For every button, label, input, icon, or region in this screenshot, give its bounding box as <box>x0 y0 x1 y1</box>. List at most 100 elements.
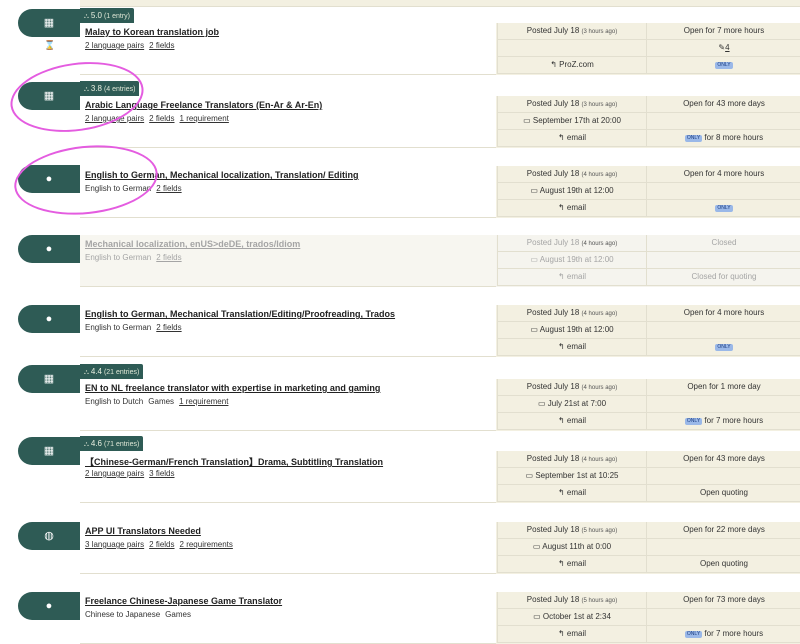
job-summary: 【Chinese-German/French Translation】Drama… <box>80 451 496 503</box>
reply-arrow-icon: ↰ <box>557 488 565 497</box>
calendar-icon: ▭ <box>523 116 531 125</box>
job-subinfo: 2 language pairs 2 fields <box>85 41 180 50</box>
only-badge-cell: ONLY <box>646 339 800 356</box>
job-summary: Arabic Language Freelance Translators (E… <box>80 96 496 148</box>
reply-via-cell[interactable]: ↰ email <box>497 556 646 573</box>
job-summary: Freelance Chinese-Japanese Game Translat… <box>80 592 496 644</box>
fields-link[interactable]: 2 fields <box>156 184 181 193</box>
reply-via-cell[interactable]: ↰ email <box>497 200 646 217</box>
deadline-cell: ▭ August 19th at 12:00 <box>497 322 646 339</box>
open-status-cell: Open for 43 more days <box>646 96 800 113</box>
empty-cell <box>646 183 800 200</box>
only-window-cell: ONLY for 7 more hours <box>646 626 800 643</box>
empty-cell <box>646 113 800 130</box>
fields-link[interactable]: 2 fields <box>156 323 181 332</box>
job-title-link[interactable]: 【Chinese-German/French Translation】Drama… <box>85 455 383 468</box>
reply-via-cell[interactable]: ↰ email <box>497 339 646 356</box>
deadline-cell: ▭ August 11th at 0:00 <box>497 539 646 556</box>
language-pair-text: English to Dutch <box>85 397 144 406</box>
rating-badge[interactable]: ⛬ 5.0 (1 entry) <box>80 8 134 23</box>
requirements-link[interactable]: 1 requirement <box>179 397 228 406</box>
reply-via-cell[interactable]: ↰ email <box>497 130 646 147</box>
posted-cell: Posted July 18 (3 hours ago) <box>497 96 646 113</box>
posted-cell: Posted July 18 (5 hours ago) <box>497 522 646 539</box>
open-status-cell: Open for 22 more days <box>646 522 800 539</box>
fields-link[interactable]: 3 fields <box>149 469 174 478</box>
empty-cell <box>646 252 800 269</box>
quotes-cell[interactable]: ✎4 <box>646 40 800 57</box>
job-summary: English to German, Mechanical Translatio… <box>80 305 496 357</box>
person-icon: ● <box>45 313 53 325</box>
deadline-cell: ▭ September 1st at 10:25 <box>497 468 646 485</box>
job-summary: APP UI Translators Needed 3 language pai… <box>80 522 496 574</box>
requirements-link[interactable]: 1 requirement <box>180 114 229 123</box>
rating-badge[interactable]: ⛬ 4.4 (21 entries) <box>80 364 144 379</box>
deadline-cell: ▭ August 19th at 12:00 <box>497 252 646 269</box>
open-status-cell: Open for 1 more day <box>646 379 800 396</box>
job-title-link[interactable]: Freelance Chinese-Japanese Game Translat… <box>85 596 282 606</box>
open-status-cell: Open for 4 more hours <box>646 305 800 322</box>
only-badge: ONLY <box>715 62 733 69</box>
job-title-link[interactable]: APP UI Translators Needed <box>85 526 201 536</box>
reply-via-cell[interactable]: ↰ email <box>497 269 646 286</box>
job-type-pill: ● <box>18 592 80 620</box>
language-pairs-link[interactable]: 2 language pairs <box>85 41 144 50</box>
person-icon: ● <box>45 243 53 255</box>
only-badge: ONLY <box>684 418 703 425</box>
calendar-icon: ▭ <box>530 255 538 264</box>
previous-job-bottom-strip <box>80 0 800 7</box>
open-status-cell: Closed <box>646 235 800 252</box>
job-title-link[interactable]: Mechanical localization, enUS>deDE, trad… <box>85 239 300 249</box>
field-text: Games <box>165 610 191 619</box>
open-status-cell: Open for 7 more hours <box>646 23 800 40</box>
globe-icon: ◍ <box>44 530 54 542</box>
posted-cell: Posted July 18 (4 hours ago) <box>497 305 646 322</box>
reply-arrow-icon: ↰ <box>557 272 565 281</box>
job-subinfo: Chinese to Japanese Games <box>85 610 196 619</box>
fields-link[interactable]: 2 fields <box>149 540 174 549</box>
job-title-link[interactable]: English to German, Mechanical Translatio… <box>85 309 395 319</box>
reply-via-cell[interactable]: ↰ email <box>497 413 646 430</box>
building-icon: ▦ <box>43 445 55 457</box>
empty-cell <box>646 322 800 339</box>
posted-cell: Posted July 18 (5 hours ago) <box>497 592 646 609</box>
reply-arrow-icon: ↰ <box>557 629 565 638</box>
empty-cell <box>646 468 800 485</box>
language-pair-text: English to German <box>85 253 152 262</box>
fields-link[interactable]: 2 fields <box>149 114 174 123</box>
reply-arrow-icon: ↰ <box>557 559 565 568</box>
building-icon: ▦ <box>43 17 55 29</box>
deadline-cell: ▭ August 19th at 12:00 <box>497 183 646 200</box>
fields-link[interactable]: 2 fields <box>156 253 181 262</box>
job-type-pill: ● <box>18 305 80 333</box>
reply-via-cell[interactable]: ↰ email <box>497 626 646 643</box>
language-pair-text: Chinese to Japanese <box>85 610 161 619</box>
reply-arrow-icon: ↰ <box>550 60 557 69</box>
only-badge: ONLY <box>715 205 733 212</box>
job-title-link[interactable]: EN to NL freelance translator with exper… <box>85 383 380 393</box>
calendar-icon: ▭ <box>533 612 541 621</box>
job-subinfo: 3 language pairs 2 fields 2 requirements <box>85 540 238 549</box>
deadline-cell: ▭ October 1st at 2:34 <box>497 609 646 626</box>
open-status-cell: Open for 43 more days <box>646 451 800 468</box>
reply-via-cell[interactable]: ↰ ProZ.com <box>497 57 646 74</box>
fields-link[interactable]: 2 fields <box>149 41 174 50</box>
job-title-link[interactable]: Malay to Korean translation job <box>85 27 219 37</box>
hourglass-icon: ⌛ <box>44 40 56 50</box>
only-badge: ONLY <box>715 344 733 351</box>
job-type-pill: ▦ <box>18 9 80 37</box>
job-summary: Mechanical localization, enUS>deDE, trad… <box>80 235 496 287</box>
reply-arrow-icon: ↰ <box>557 133 565 142</box>
job-type-pill: ▦ <box>18 437 80 465</box>
language-pairs-link[interactable]: 2 language pairs <box>85 469 144 478</box>
empty-cell <box>646 539 800 556</box>
requirements-link[interactable]: 2 requirements <box>180 540 233 549</box>
calendar-icon: ▭ <box>525 471 534 480</box>
only-badge: ONLY <box>684 631 703 638</box>
reply-via-cell[interactable]: ↰ email <box>497 485 646 502</box>
rating-badge[interactable]: ⛬ 4.6 (71 entries) <box>80 436 144 451</box>
empty-cell <box>646 396 800 413</box>
language-pairs-link[interactable]: 3 language pairs <box>85 540 144 549</box>
job-subinfo: 2 language pairs 3 fields <box>85 469 180 478</box>
only-window-cell: ONLY for 7 more hours <box>646 413 800 430</box>
